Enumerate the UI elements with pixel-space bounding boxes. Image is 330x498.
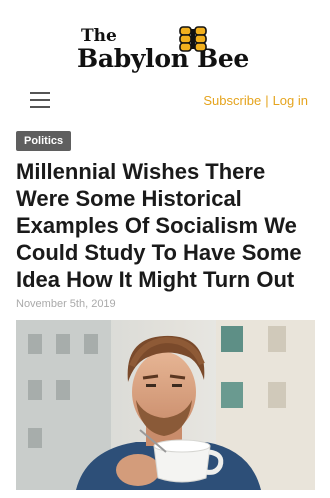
article-headline: Millennial Wishes There Were Some Histor…: [16, 159, 302, 292]
photo-illustration: [16, 320, 315, 490]
bee-logo-icon: [179, 26, 207, 52]
article-date: November 5th, 2019: [16, 298, 116, 310]
hamburger-icon[interactable]: [30, 92, 50, 108]
nav-bar: Subscribe | Log in: [0, 88, 330, 114]
login-link[interactable]: Log in: [273, 93, 308, 108]
logo-name: Babylon Bee: [77, 44, 250, 73]
logo-the: The: [81, 26, 117, 46]
masthead: The Babylon Bee: [0, 0, 330, 88]
auth-separator: |: [265, 93, 269, 108]
site-logo[interactable]: The Babylon Bee: [77, 26, 257, 84]
category-badge[interactable]: Politics: [16, 131, 72, 151]
auth-links: Subscribe | Log in: [203, 93, 308, 108]
subscribe-link[interactable]: Subscribe: [203, 93, 261, 108]
article-photo: [16, 320, 315, 490]
